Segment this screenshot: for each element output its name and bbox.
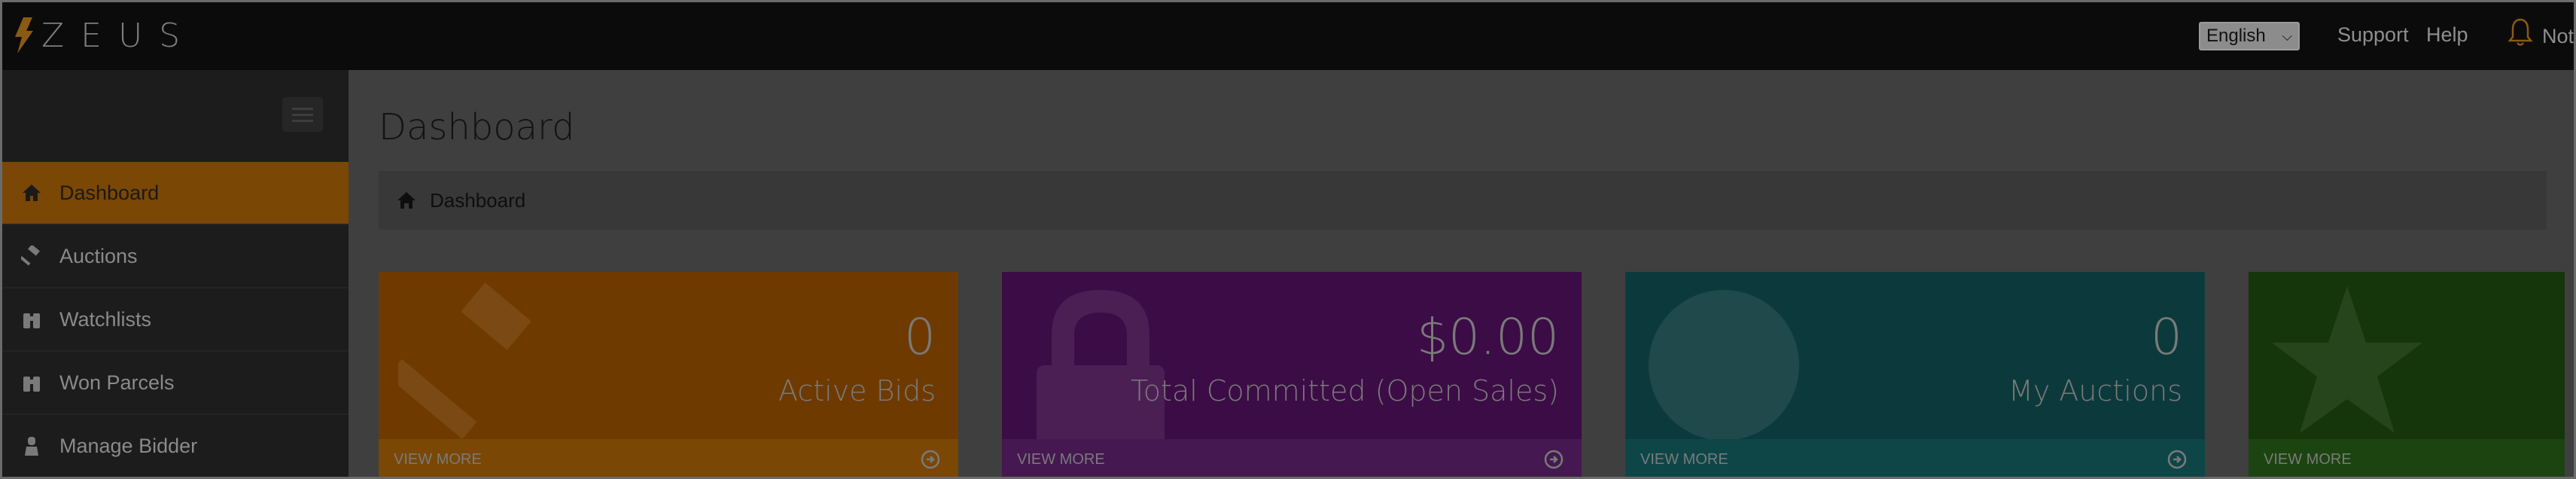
binoculars-icon xyxy=(20,371,43,394)
sidebar: Dashboard Auctions Watchlists Won Parcel… xyxy=(2,70,349,477)
notifications-link[interactable]: Noti xyxy=(2542,25,2574,48)
stat-value: 0 xyxy=(904,308,936,366)
sidebar-nav: Dashboard Auctions Watchlists Won Parcel… xyxy=(2,162,349,477)
globe-icon xyxy=(1649,290,1799,441)
sidebar-item-label: Auctions xyxy=(59,244,138,267)
gavel-icon xyxy=(20,245,43,267)
home-icon xyxy=(20,182,43,204)
sidebar-item-label: Dashboard xyxy=(59,181,160,204)
stat-card-active-bids: 0 Active Bids VIEW MORE xyxy=(379,272,958,477)
arrow-circle-right-icon xyxy=(1544,450,1564,469)
top-bar: ZEUS English ⌵ Support Help Noti xyxy=(2,2,2574,70)
stat-value: 0 xyxy=(2151,308,2182,366)
bell-icon[interactable] xyxy=(2507,17,2533,47)
breadcrumb: Dashboard xyxy=(379,171,2547,230)
lightning-bolt-icon xyxy=(15,17,33,53)
logo[interactable]: ZEUS xyxy=(14,14,196,56)
view-more-link[interactable]: VIEW MORE xyxy=(1625,439,2205,477)
home-icon[interactable] xyxy=(397,191,416,209)
sidebar-item-label: Won Parcels xyxy=(59,371,175,394)
view-more-link[interactable]: VIEW MORE xyxy=(2249,439,2565,477)
sidebar-item-dashboard[interactable]: Dashboard xyxy=(2,162,349,225)
app-window: ZEUS English ⌵ Support Help Noti Dashboa… xyxy=(0,0,2576,479)
sidebar-item-manage-bidder[interactable]: Manage Bidder xyxy=(2,415,349,477)
arrow-circle-right-icon xyxy=(921,450,940,469)
gavel-icon xyxy=(398,282,531,440)
stat-value: $0.00 xyxy=(1417,308,1559,366)
sidebar-item-label: Manage Bidder xyxy=(59,434,198,457)
view-more-label: VIEW MORE xyxy=(1017,450,1105,468)
arrow-circle-right-icon xyxy=(2167,450,2187,469)
stat-label: Total Committed (Open Sales) xyxy=(1131,374,1559,407)
menu-bar xyxy=(292,107,313,110)
breadcrumb-item[interactable]: Dashboard xyxy=(430,189,525,212)
view-more-link[interactable]: VIEW MORE xyxy=(1002,439,1582,477)
logo-text: ZEUS xyxy=(41,16,197,55)
lock-icon xyxy=(1037,290,1165,448)
menu-bar xyxy=(292,119,313,122)
sidebar-item-label: Watchlists xyxy=(59,307,152,331)
stat-card-my-auctions: 0 My Auctions VIEW MORE xyxy=(1625,272,2205,477)
sidebar-item-auctions[interactable]: Auctions xyxy=(2,225,349,288)
stat-label: Active Bids xyxy=(778,374,936,407)
view-more-label: VIEW MORE xyxy=(2264,450,2352,468)
help-link[interactable]: Help xyxy=(2426,23,2468,47)
stat-card-favorites: VIEW MORE xyxy=(2249,272,2565,477)
star-icon xyxy=(2272,286,2422,433)
binoculars-icon xyxy=(20,308,43,331)
language-select[interactable]: English ⌵ xyxy=(2199,22,2300,50)
page-title: Dashboard xyxy=(379,106,575,148)
menu-bar xyxy=(292,113,313,116)
main-content: Dashboard Dashboard 0 Active Bids VIEW M… xyxy=(349,70,2574,477)
stat-label: My Auctions xyxy=(2008,374,2182,407)
stat-card-total-committed: $0.00 Total Committed (Open Sales) VIEW … xyxy=(1002,272,1582,477)
user-icon xyxy=(20,435,43,457)
view-more-link[interactable]: VIEW MORE xyxy=(379,439,958,477)
language-select-value: English xyxy=(2206,26,2266,46)
sidebar-item-won-parcels[interactable]: Won Parcels xyxy=(2,352,349,415)
sidebar-item-watchlists[interactable]: Watchlists xyxy=(2,288,349,352)
chevron-down-icon: ⌵ xyxy=(2282,28,2292,44)
view-more-label: VIEW MORE xyxy=(394,450,482,468)
menu-toggle-button[interactable] xyxy=(282,97,323,132)
view-more-label: VIEW MORE xyxy=(1640,450,1728,468)
support-link[interactable]: Support xyxy=(2337,23,2409,47)
